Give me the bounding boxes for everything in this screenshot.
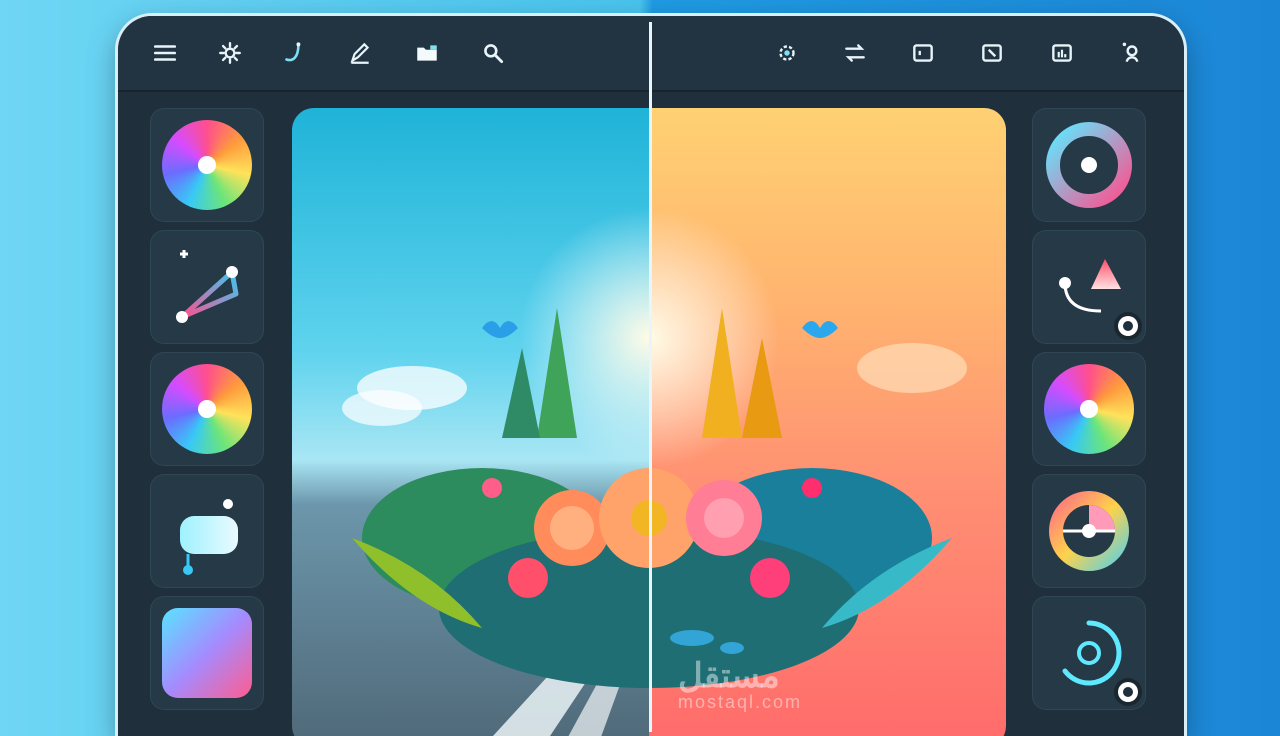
- color-circle-icon: [1044, 364, 1134, 454]
- color-wheel-tool[interactable]: [150, 108, 264, 222]
- user-icon: [1122, 42, 1139, 63]
- user-button[interactable]: [1115, 36, 1149, 70]
- color-circle-icon: [162, 364, 252, 454]
- rotate-icon: [982, 44, 1002, 62]
- search-icon: [484, 44, 504, 64]
- histogram-button[interactable]: [1045, 36, 1079, 70]
- before-after-divider[interactable]: [649, 22, 652, 732]
- right-tool-panel: [1032, 108, 1146, 718]
- menu-icon: [153, 45, 177, 61]
- pen-icon: [350, 42, 370, 64]
- folder-icon: [417, 45, 437, 61]
- app-window: مستقل mostaql.com: [118, 16, 1184, 736]
- color-circle-tool-right[interactable]: [1032, 352, 1146, 466]
- watermark: مستقل mostaql.com: [678, 656, 802, 713]
- gradient-line-tool[interactable]: [150, 230, 264, 344]
- filter-settings-button[interactable]: [770, 36, 804, 70]
- curve-tool-button[interactable]: [276, 36, 310, 70]
- watermark-subtext: mostaql.com: [678, 692, 803, 712]
- pen-tool-button[interactable]: [343, 36, 377, 70]
- ring-icon: [1046, 122, 1132, 208]
- shape-tool[interactable]: [150, 474, 264, 588]
- swap-button[interactable]: [838, 36, 872, 70]
- spiral-tool[interactable]: [1032, 596, 1146, 710]
- menu-button[interactable]: [148, 36, 182, 70]
- curve-icon: [285, 42, 301, 62]
- gradient-square-tool[interactable]: [150, 596, 264, 710]
- shape-blob-icon: [180, 499, 238, 575]
- split-wheel-tool[interactable]: [1032, 474, 1146, 588]
- watermark-text: مستقل: [678, 657, 780, 695]
- left-tool-panel: [150, 108, 264, 718]
- curve-node-tool[interactable]: [1032, 230, 1146, 344]
- settings-button[interactable]: [213, 36, 247, 70]
- histogram-icon: [1052, 44, 1072, 62]
- folder-button[interactable]: [410, 36, 444, 70]
- spiral-indicator-icon: [1118, 682, 1138, 702]
- filter-gear-icon: [779, 45, 795, 61]
- search-button[interactable]: [476, 36, 510, 70]
- color-circle-tool[interactable]: [150, 352, 264, 466]
- swap-arrows-icon: [845, 44, 865, 62]
- color-wheel-icon: [162, 120, 252, 210]
- split-wheel-icon: [1049, 491, 1129, 571]
- gradient-line-icon: [176, 250, 239, 323]
- node-indicator-icon: [1118, 316, 1138, 336]
- crop-icon: [913, 44, 933, 62]
- ring-tool[interactable]: [1032, 108, 1146, 222]
- settings-icon: [219, 42, 241, 64]
- gradient-square-icon: [162, 608, 252, 698]
- crop-button[interactable]: [906, 36, 940, 70]
- rotate-button[interactable]: [975, 36, 1009, 70]
